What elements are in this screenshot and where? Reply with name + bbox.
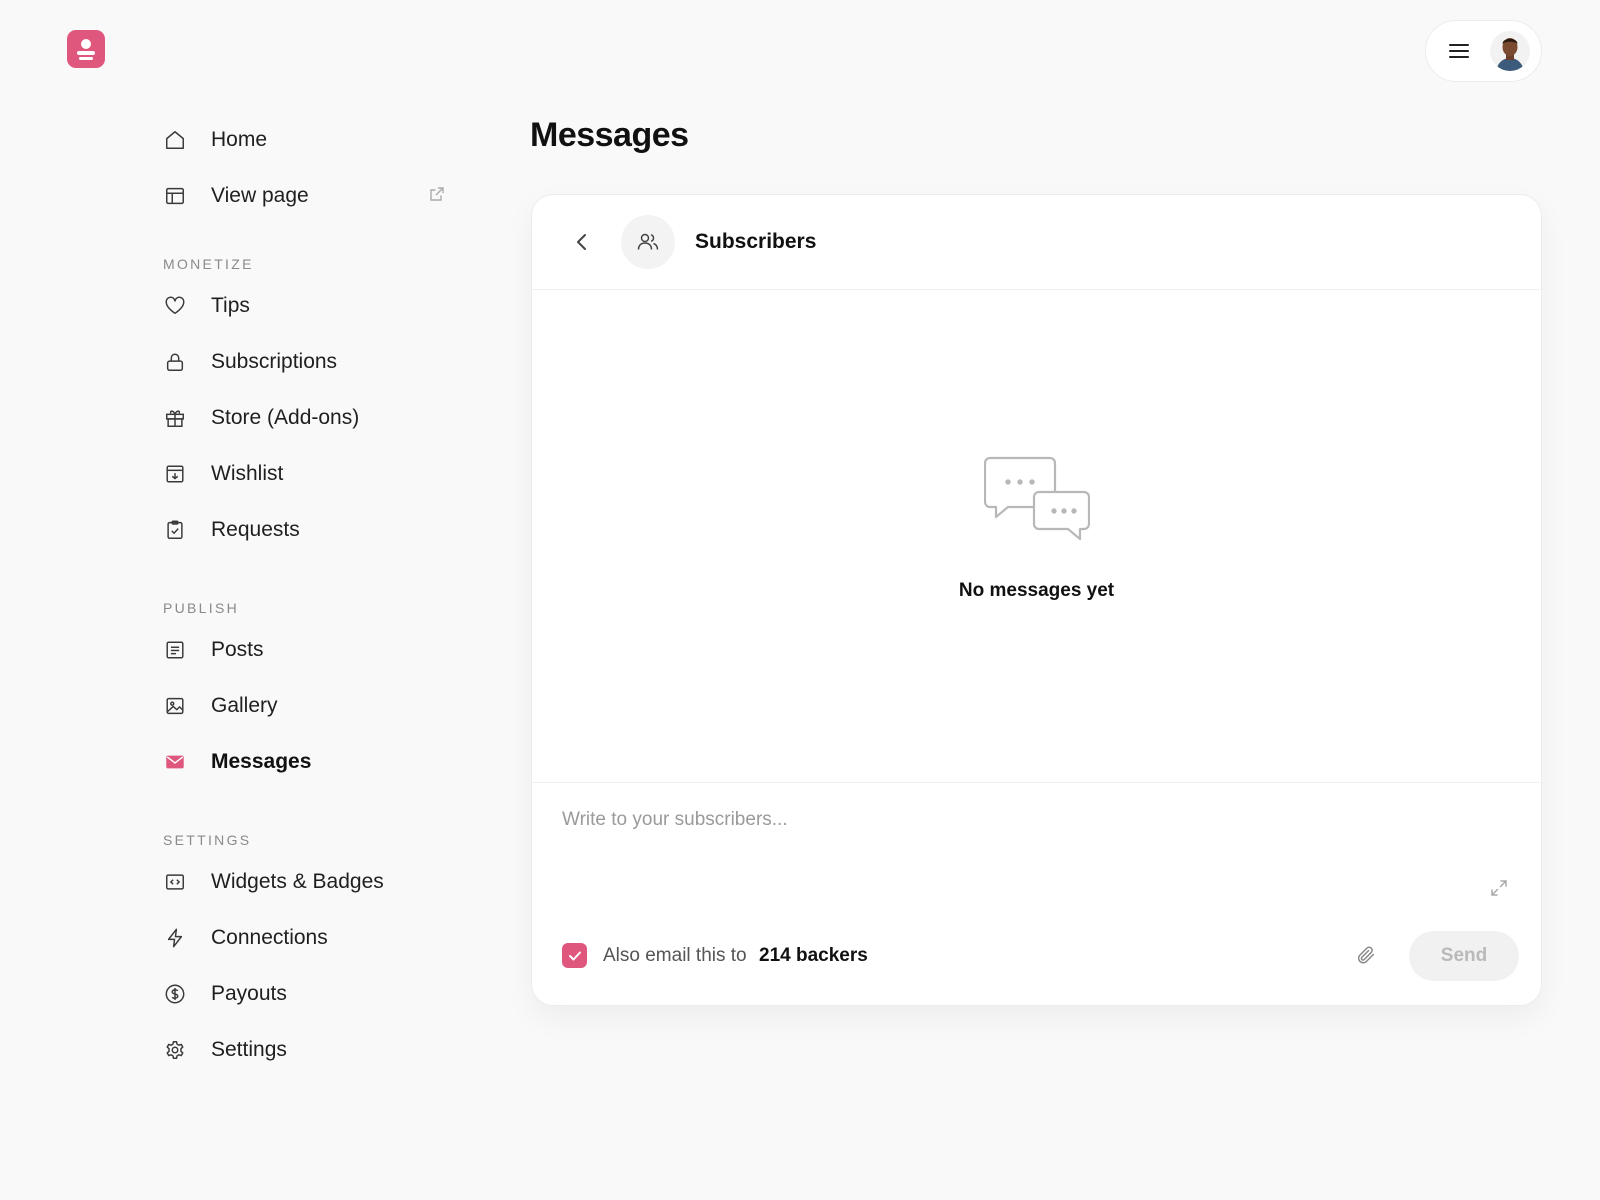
account-menu-button[interactable] xyxy=(1425,20,1542,82)
sidebar-item-requests[interactable]: Requests xyxy=(163,502,453,558)
paperclip-icon[interactable] xyxy=(1355,944,1377,971)
users-icon xyxy=(637,233,659,250)
lock-icon xyxy=(163,350,187,374)
dollar-icon xyxy=(163,982,187,1006)
sidebar-item-payouts[interactable]: Payouts xyxy=(163,966,453,1022)
layout-icon xyxy=(163,184,187,208)
expand-icon[interactable] xyxy=(1490,879,1508,902)
group-avatar xyxy=(621,215,675,269)
email-backers-label: Also email this to xyxy=(603,945,747,966)
sidebar-item-wishlist[interactable]: Wishlist xyxy=(163,446,453,502)
sidebar-item-label: Tips xyxy=(211,294,250,317)
thread-header: Subscribers xyxy=(532,195,1541,290)
chat-bubbles-icon xyxy=(983,456,1091,545)
sidebar-item-posts[interactable]: Posts xyxy=(163,622,453,678)
logo-mark-icon xyxy=(77,39,95,60)
gear-icon xyxy=(163,1038,187,1062)
sidebar-item-messages[interactable]: Messages xyxy=(163,734,453,790)
email-backers-checkbox[interactable] xyxy=(562,943,587,968)
image-icon xyxy=(163,694,187,718)
message-input[interactable] xyxy=(562,809,1462,889)
message-composer: Also email this to 214 backers Send xyxy=(532,782,1541,1006)
avatar xyxy=(1490,31,1530,71)
bolt-icon xyxy=(163,926,187,950)
sidebar-item-widgets[interactable]: Widgets & Badges xyxy=(163,854,453,910)
sidebar-item-label: Posts xyxy=(211,638,264,661)
page-title: Messages xyxy=(530,116,689,154)
sidebar-item-label: Store (Add-ons) xyxy=(211,406,360,429)
sidebar-item-connections[interactable]: Connections xyxy=(163,910,453,966)
sidebar-item-label: Payouts xyxy=(211,982,287,1005)
sidebar-item-label: Requests xyxy=(211,518,300,541)
archive-icon xyxy=(163,462,187,486)
code-icon xyxy=(163,870,187,894)
empty-state: No messages yet xyxy=(532,290,1541,782)
sidebar-item-label: Gallery xyxy=(211,694,278,717)
app-logo[interactable] xyxy=(67,30,105,68)
sidebar-item-label: Widgets & Badges xyxy=(211,870,384,893)
sidebar-item-store[interactable]: Store (Add-ons) xyxy=(163,390,453,446)
message-thread-card: Subscribers No messages yet Also email t… xyxy=(531,194,1542,1006)
thread-title: Subscribers xyxy=(695,230,817,253)
sidebar-item-view-page[interactable]: View page xyxy=(163,168,453,224)
sidebar-item-label: Home xyxy=(211,128,268,151)
sidebar: Home View page MONETIZE Tips Subscriptio… xyxy=(163,112,453,1078)
clipboard-check-icon xyxy=(163,518,187,542)
back-button[interactable] xyxy=(567,227,597,257)
home-icon xyxy=(163,128,187,152)
external-link-icon xyxy=(429,186,445,207)
sidebar-item-tips[interactable]: Tips xyxy=(163,278,453,334)
sidebar-item-gallery[interactable]: Gallery xyxy=(163,678,453,734)
send-button[interactable]: Send xyxy=(1409,931,1519,981)
gift-icon xyxy=(163,406,187,430)
sidebar-item-label: Subscriptions xyxy=(211,350,338,373)
document-icon xyxy=(163,638,187,662)
heart-icon xyxy=(163,294,187,318)
hamburger-icon xyxy=(1449,44,1469,58)
mail-icon xyxy=(163,750,187,774)
sidebar-item-label: Connections xyxy=(211,926,328,949)
section-title-settings: SETTINGS xyxy=(163,832,252,848)
section-title-publish: PUBLISH xyxy=(163,600,240,616)
backers-count: 214 backers xyxy=(759,945,868,966)
sidebar-item-settings[interactable]: Settings xyxy=(163,1022,453,1078)
sidebar-item-subscriptions[interactable]: Subscriptions xyxy=(163,334,453,390)
empty-state-text: No messages yet xyxy=(958,580,1115,601)
sidebar-item-home[interactable]: Home xyxy=(163,112,453,168)
sidebar-item-label: Settings xyxy=(211,1038,287,1061)
sidebar-item-label: Wishlist xyxy=(211,462,284,485)
chevron-left-icon xyxy=(577,234,586,250)
sidebar-item-label: View page xyxy=(211,184,309,207)
sidebar-item-label: Messages xyxy=(211,750,312,773)
checkmark-icon xyxy=(568,951,581,960)
section-title-monetize: MONETIZE xyxy=(163,256,254,272)
